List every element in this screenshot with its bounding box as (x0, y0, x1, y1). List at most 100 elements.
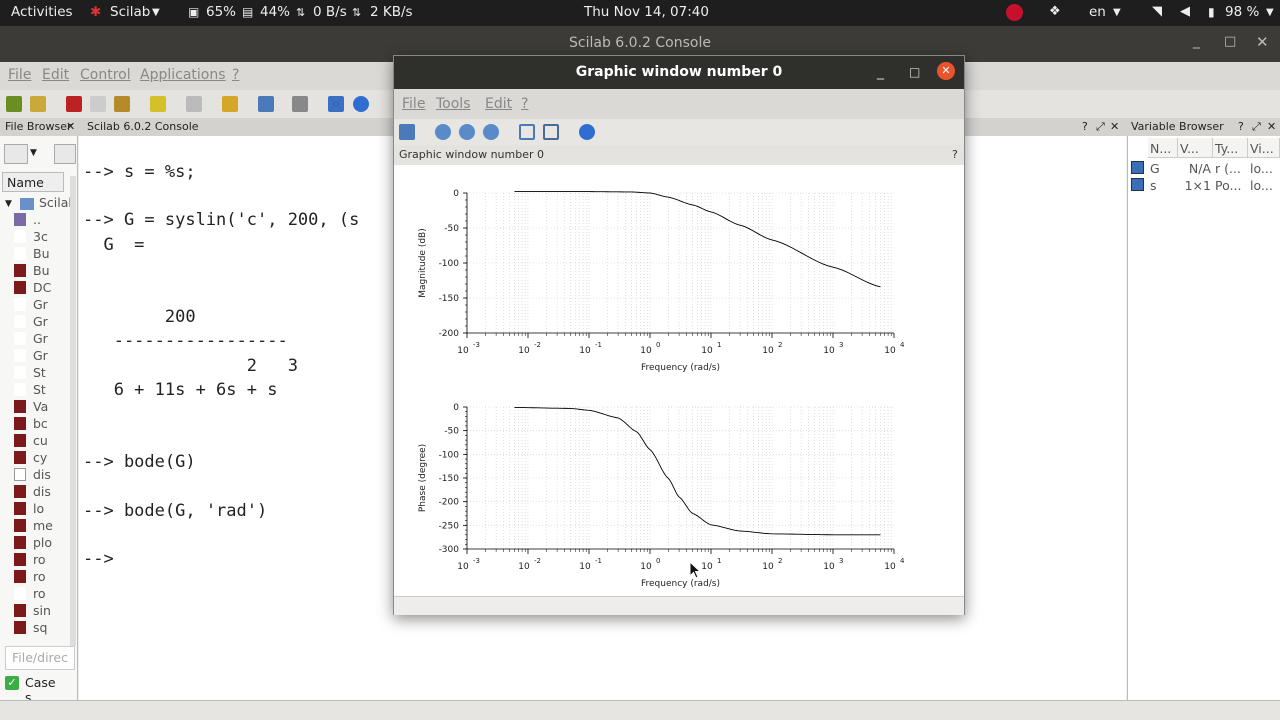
close-button[interactable]: ✕ (937, 62, 955, 80)
variable-cell[interactable]: Po... (1213, 177, 1248, 194)
cut-icon[interactable] (66, 96, 82, 112)
zoom-out-icon[interactable] (483, 124, 499, 140)
print-icon[interactable] (186, 96, 202, 112)
undock-icon[interactable]: ⤢ (1096, 120, 1105, 134)
minimize-button[interactable]: _ (877, 64, 884, 80)
zoom-icon[interactable] (435, 124, 451, 140)
file-item[interactable]: bc (14, 416, 48, 431)
close-panel-icon[interactable]: ✕ (66, 120, 75, 133)
variable-cell[interactable]: r (... (1213, 160, 1248, 177)
file-item[interactable]: lo (14, 501, 45, 516)
minimize-button[interactable]: _ (1193, 33, 1200, 49)
file-item[interactable]: sin (14, 603, 51, 618)
file-item[interactable]: ro (14, 569, 46, 584)
app-menu-button[interactable]: Scilab (110, 4, 150, 20)
datatip-icon[interactable] (543, 124, 559, 140)
panel-help-icon[interactable]: ? (1082, 120, 1088, 133)
activities-button[interactable]: Activities (11, 4, 73, 20)
battery-icon[interactable]: ▮ (1208, 5, 1215, 19)
folder-button[interactable] (4, 144, 28, 164)
copy-icon[interactable] (90, 96, 106, 112)
close-button[interactable]: ✕ (1256, 33, 1269, 51)
file-item[interactable]: Gr (14, 331, 48, 346)
file-item[interactable]: DC (14, 280, 51, 295)
tree-expand-icon[interactable]: ▼ (5, 199, 12, 209)
variable-cell[interactable]: G (1148, 160, 1178, 177)
file-item[interactable]: cu (14, 433, 48, 448)
variable-cell[interactable]: N/A (1178, 160, 1213, 177)
file-filter-input[interactable]: File/direc (5, 646, 75, 670)
zoom-in-icon[interactable] (459, 124, 475, 140)
menu-file[interactable]: File (402, 96, 425, 112)
preferences-icon[interactable] (292, 96, 308, 112)
menu-help[interactable]: ? (521, 96, 528, 112)
file-item[interactable]: plo (14, 535, 52, 550)
dropbox-icon[interactable]: ❖ (1049, 4, 1061, 19)
refresh-button[interactable] (54, 144, 76, 164)
checkbox-checked-icon[interactable]: ✓ (5, 676, 19, 690)
variable-column-header[interactable]: Vi... (1248, 138, 1280, 158)
file-item[interactable]: ro (14, 586, 46, 601)
close-panel-icon[interactable]: ✕ (1110, 120, 1119, 133)
variable-cell[interactable]: s (1148, 177, 1178, 194)
paste-icon[interactable] (114, 96, 130, 112)
file-item[interactable]: Bu (14, 263, 50, 278)
wifi-icon[interactable]: ◥ (1152, 4, 1162, 19)
file-item-label: lo (33, 501, 45, 516)
file-item[interactable]: Gr (14, 297, 48, 312)
power-menu-icon[interactable]: ▼ (1266, 7, 1274, 18)
settings-icon[interactable] (328, 96, 344, 112)
clock[interactable]: Thu Nov 14, 07:40 (584, 4, 709, 20)
rotate-icon[interactable] (519, 124, 535, 140)
variable-column-header[interactable]: Ty... (1213, 138, 1248, 158)
maximize-button[interactable]: □ (909, 65, 920, 79)
volume-icon[interactable]: ◀ (1180, 4, 1190, 19)
xcos-icon[interactable] (258, 96, 274, 112)
plot-area[interactable]: -200 -150 -100 -50 0 10 -3 10 -2 10 -1 10 0 10 1 10 2 10 3… (394, 165, 964, 595)
file-item[interactable]: Gr (14, 348, 48, 363)
file-item[interactable]: .. (14, 212, 41, 227)
menu-file[interactable]: File (8, 67, 31, 83)
file-item[interactable]: dis (14, 484, 51, 499)
variable-cell[interactable]: 1×1 (1178, 177, 1213, 194)
panel-help-icon[interactable]: ? (1238, 120, 1244, 133)
close-panel-icon[interactable]: ✕ (1267, 120, 1276, 133)
menu-tools[interactable]: Tools (436, 96, 471, 112)
language-indicator[interactable]: en (1089, 4, 1106, 20)
menu-edit[interactable]: Edit (485, 96, 512, 112)
variable-cell[interactable]: lo... (1248, 177, 1280, 194)
menu-help[interactable]: ? (232, 67, 239, 83)
module-manager-icon[interactable] (222, 96, 238, 112)
variable-column-header[interactable]: V... (1178, 138, 1213, 158)
help-icon[interactable] (353, 96, 369, 112)
menu-control[interactable]: Control (80, 67, 131, 83)
file-item[interactable]: sq (14, 620, 47, 635)
help-icon[interactable] (579, 124, 595, 140)
file-item[interactable]: St (14, 382, 46, 397)
file-icon (14, 281, 26, 294)
name-column-header[interactable]: Name (2, 172, 64, 192)
menu-applications[interactable]: Applications (140, 67, 226, 83)
file-item[interactable]: Bu (14, 246, 50, 261)
record-indicator-icon[interactable] (1006, 4, 1023, 21)
chevron-down-icon[interactable]: ▼ (30, 148, 37, 158)
menu-edit[interactable]: Edit (42, 67, 69, 83)
file-item[interactable]: Gr (14, 314, 48, 329)
file-item[interactable]: 3c (14, 229, 48, 244)
variable-column-header[interactable]: N... (1148, 138, 1178, 158)
file-item[interactable]: dis (14, 467, 51, 482)
panel-help-icon[interactable]: ? (952, 148, 958, 161)
undock-icon[interactable]: ⤢ (1252, 120, 1261, 134)
new-script-icon[interactable] (6, 96, 22, 112)
select-icon[interactable] (399, 124, 415, 140)
file-item[interactable]: ro (14, 552, 46, 567)
file-item[interactable]: St (14, 365, 46, 380)
scrollbar[interactable] (70, 176, 76, 646)
variable-cell[interactable]: lo... (1248, 160, 1280, 177)
clear-icon[interactable] (150, 96, 166, 112)
file-item[interactable]: Va (14, 399, 48, 414)
maximize-button[interactable]: □ (1224, 34, 1236, 49)
file-item[interactable]: cy (14, 450, 47, 465)
file-item[interactable]: me (14, 518, 53, 533)
open-icon[interactable] (30, 96, 46, 112)
